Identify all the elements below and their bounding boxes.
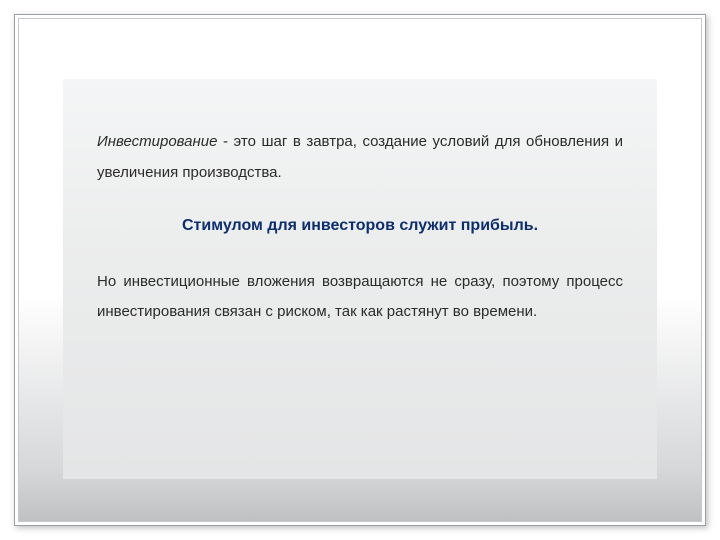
paragraph-1: Инвестирование - это шаг в завтра, созда…	[97, 127, 623, 189]
paragraph-2: Но инвестиционные вложения возвращаются …	[97, 267, 623, 329]
outer-frame: Инвестирование - это шаг в завтра, созда…	[14, 14, 706, 526]
inner-frame: Инвестирование - это шаг в завтра, созда…	[18, 18, 702, 522]
headline: Стимулом для инвесторов служит прибыль.	[97, 217, 623, 235]
content-card: Инвестирование - это шаг в завтра, созда…	[63, 79, 657, 479]
slide-stage: Инвестирование - это шаг в завтра, созда…	[0, 0, 720, 540]
paragraph-1-lead: Инвестирование	[97, 133, 217, 150]
